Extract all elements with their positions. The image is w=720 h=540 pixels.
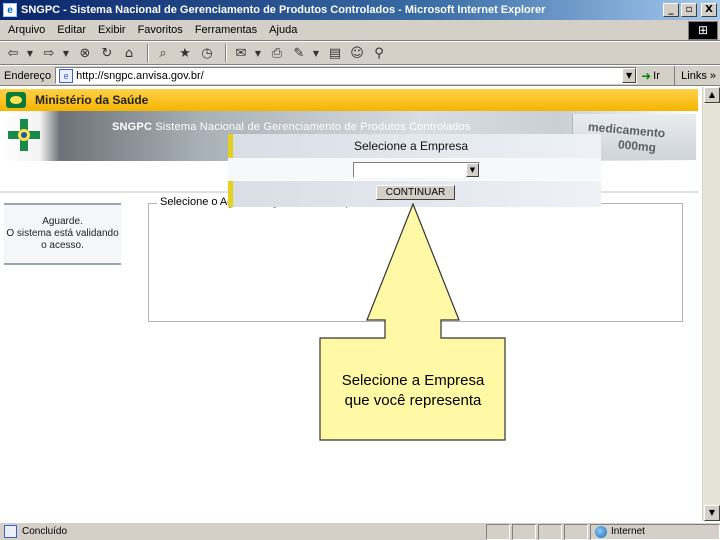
address-dropdown-icon[interactable]: ▼ (622, 68, 637, 83)
search-icon[interactable]: ⌕ (154, 43, 172, 63)
address-bar: Endereço e ▼ ➜ Ir Links » (0, 65, 720, 86)
address-label: Endereço (4, 69, 52, 82)
toolbar-separator (225, 44, 227, 62)
mail-dropdown-icon[interactable]: ▼ (254, 43, 262, 63)
menu-exibir[interactable]: Exibir (92, 24, 132, 36)
back-dropdown-icon[interactable]: ▼ (26, 43, 34, 63)
page-icon: e (59, 68, 74, 83)
system-title: SNGPC Sistema Nacional de Gerenciamento … (112, 121, 471, 133)
window-title-bar: e SNGPC - Sistema Nacional de Gerenciame… (0, 0, 720, 20)
callout-text: Selecione a Empresa que você representa (321, 371, 505, 411)
menu-arquivo[interactable]: Arquivo (0, 24, 51, 36)
company-select[interactable]: ▼ (353, 162, 480, 178)
edit-icon[interactable]: ✎ (290, 43, 308, 63)
ministry-header: Ministério da Saúde (0, 89, 698, 111)
system-title-text: Sistema Nacional de Gerenciamento de Pro… (155, 121, 471, 133)
standard-toolbar: ⇦ ▼ ⇨ ▼ ⊗ ↻ ⌂ ⌕ ★ ◷ ✉ ▼ ⎙ ✎ ▼ ▤ ☺ ⚲ (0, 41, 720, 65)
forward-dropdown-icon[interactable]: ▼ (62, 43, 70, 63)
minimize-button[interactable]: _ (663, 3, 679, 17)
select-company-label: Selecione a Empresa (354, 139, 469, 153)
globe-icon (595, 525, 607, 538)
status-cell (486, 523, 510, 540)
validation-status-panel: Aguarde. O sistema está validando o aces… (4, 203, 121, 265)
window-title: SNGPC - Sistema Nacional de Gerenciament… (21, 4, 546, 16)
address-input[interactable] (76, 69, 623, 82)
address-field[interactable]: e ▼ (55, 67, 638, 84)
print-icon[interactable]: ⎙ (268, 43, 286, 63)
continue-button[interactable]: CONTINUAR (376, 185, 455, 200)
close-button[interactable]: X (701, 3, 717, 17)
go-arrow-icon: ➜ (641, 68, 652, 83)
callout-line-2: que você representa (344, 392, 482, 409)
windows-logo-icon: ⊞ (688, 20, 718, 40)
status-cell (538, 523, 562, 540)
ministry-label: Ministério da Saúde (35, 93, 149, 107)
scroll-up-icon[interactable]: ▲ (704, 87, 720, 103)
messenger-icon[interactable]: ☺ (348, 43, 366, 63)
mail-icon[interactable]: ✉ (232, 43, 250, 63)
status-line-1: Aguarde. (42, 216, 83, 227)
status-cell (564, 523, 588, 540)
toolbar-separator (147, 44, 149, 62)
page-done-icon (4, 525, 17, 538)
status-line-2: O sistema está validando (6, 228, 119, 239)
status-cell (512, 523, 536, 540)
menu-ajuda[interactable]: Ajuda (263, 24, 303, 36)
home-icon[interactable]: ⌂ (120, 43, 138, 63)
stop-icon[interactable]: ⊗ (76, 43, 94, 63)
research-icon[interactable]: ⚲ (370, 43, 388, 63)
links-button[interactable]: Links » (674, 66, 720, 85)
maximize-button[interactable]: ▫ (681, 3, 697, 17)
go-button[interactable]: ➜ Ir (641, 69, 660, 83)
security-zone: Internet (590, 523, 720, 540)
menu-bar: Arquivo Editar Exibir Favoritos Ferramen… (0, 20, 720, 41)
scroll-track[interactable] (704, 104, 720, 504)
favorites-icon[interactable]: ★ (176, 43, 194, 63)
refresh-icon[interactable]: ↻ (98, 43, 116, 63)
anvisa-cross-icon (8, 119, 40, 151)
back-icon[interactable]: ⇦ (4, 43, 22, 63)
status-cells: Internet (484, 523, 720, 540)
forward-icon[interactable]: ⇨ (40, 43, 58, 63)
chevron-down-icon[interactable]: ▼ (466, 163, 479, 177)
go-label: Ir (653, 69, 660, 82)
select-company-header: Selecione a Empresa (228, 134, 601, 158)
edit-dropdown-icon[interactable]: ▼ (312, 43, 320, 63)
scroll-down-icon[interactable]: ▼ (704, 505, 720, 521)
brazil-flag-icon (6, 92, 26, 108)
status-text: Concluído (22, 526, 68, 537)
ie-app-icon: e (3, 3, 17, 17)
status-bar: Concluído Internet (0, 522, 720, 540)
callout-line-1: Selecione a Empresa (341, 372, 485, 389)
history-icon[interactable]: ◷ (198, 43, 216, 63)
zone-text: Internet (611, 526, 645, 537)
vertical-scrollbar[interactable]: ▲ ▼ (702, 87, 720, 521)
system-prefix: SNGPC (112, 121, 153, 133)
status-line-3: o acesso. (41, 240, 84, 251)
menu-favoritos[interactable]: Favoritos (132, 24, 189, 36)
discuss-icon[interactable]: ▤ (326, 43, 344, 63)
menu-editar[interactable]: Editar (51, 24, 92, 36)
menu-ferramentas[interactable]: Ferramentas (189, 24, 263, 36)
